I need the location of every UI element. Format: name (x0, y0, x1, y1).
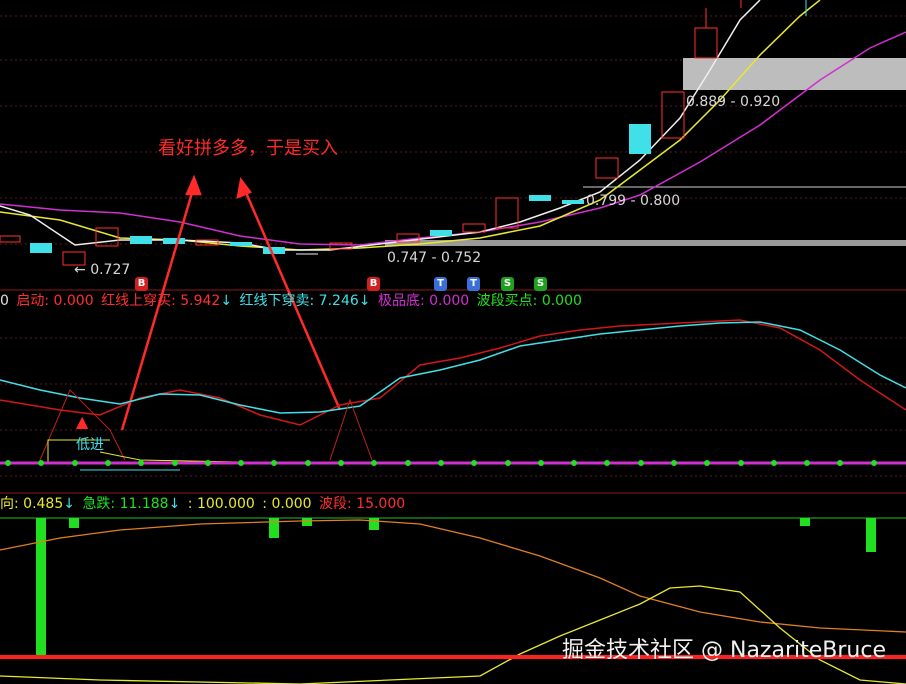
ind1-dot (871, 460, 877, 466)
indicator2-legend: 向: 0.485↓ 急跌: 11.188↓ : 100.000 : 0.000 … (0, 496, 408, 512)
ind1-dot (738, 460, 744, 466)
ind2-v2: : 0.000 (262, 496, 312, 512)
ind1-wave-buy: 波段买点: 0.000 (476, 293, 582, 309)
ind1-dot (172, 460, 178, 466)
ind2-dir-arrow-icon: ↓ (63, 496, 75, 512)
ind1-dot (271, 460, 277, 466)
signal-buy-badge-2[interactable]: B (367, 277, 380, 291)
ind1-dot (438, 460, 444, 466)
ind2-crash-arrow-icon: ↓ (168, 496, 181, 512)
ind2-dir: 向: 0.485 (0, 496, 64, 512)
watermark: 掘金技术社区 @ NazariteBruce (562, 638, 886, 663)
ind1-red-down-arrow-icon: ↓ (358, 293, 371, 309)
ind1-dot (538, 460, 544, 466)
price-label-low-value: 0.727 (90, 262, 131, 278)
ind1-dot (238, 460, 244, 466)
indicator1-legend: 0 启动: 0.000 红线上穿买: 5.942↓ 红线下穿卖: 7.246↓ … (0, 293, 585, 309)
ind1-dot (5, 460, 11, 466)
ind1-dot (704, 460, 710, 466)
ind2-crash: 急跌: 11.188 (82, 496, 169, 512)
ind1-dot (837, 460, 843, 466)
ind1-dot (471, 460, 477, 466)
signal-s-badge-1[interactable]: S (501, 277, 514, 291)
ind1-red-cross-arrow-icon: ↓ (220, 293, 233, 309)
ind1-dot (771, 460, 777, 466)
annotation-text: 看好拼多多，于是买入 (158, 138, 338, 159)
signal-t-badge-1[interactable]: T (434, 277, 447, 291)
ind1-dot (105, 460, 111, 466)
ind1-red-cross: 红线上穿买: 5.942 (101, 293, 221, 309)
ind2-wave: 波段: 15.000 (319, 496, 406, 512)
ma-yellow (0, 0, 821, 251)
ind1-dot (338, 460, 344, 466)
support-zone (385, 240, 906, 246)
candles (0, 0, 807, 266)
price-label-low: ← 0.727 (74, 262, 131, 278)
ind1-dot (505, 460, 511, 466)
ind1-dot (38, 460, 44, 466)
price-label-range-b: 0.799 - 0.800 (586, 193, 681, 209)
low-entry-arrow-icon: ▲ (76, 412, 89, 431)
ind1-bottom: 极品底: 0.000 (377, 293, 470, 309)
ind1-dot (804, 460, 810, 466)
ind1-dot (205, 460, 211, 466)
price-label-range-c: 0.889 - 0.920 (686, 94, 781, 110)
ind1-prefix: 0 (0, 293, 9, 309)
ind2-v1: : 100.000 (187, 496, 255, 512)
ind1-dot (138, 460, 144, 466)
price-label-range-a: 0.747 - 0.752 (387, 250, 482, 266)
ind1-dot (305, 460, 311, 466)
signal-buy-badge-1[interactable]: B (135, 277, 148, 291)
ind1-red-down: 红线下穿卖: 7.246 (239, 293, 359, 309)
signal-s-badge-2[interactable]: S (534, 277, 547, 291)
ind1-dot (638, 460, 644, 466)
ind1-dot (371, 460, 377, 466)
low-entry-label: 低进 (76, 437, 104, 453)
ind1-dot (72, 460, 78, 466)
resistance-zone (683, 58, 906, 90)
signal-t-badge-2[interactable]: T (467, 277, 480, 291)
ind1-red-line (0, 319, 906, 426)
ind1-start: 启动: 0.000 (16, 293, 94, 309)
ind1-dot (405, 460, 411, 466)
ind1-dot (604, 460, 610, 466)
ind2-orange-line (0, 519, 906, 633)
ind1-dot (671, 460, 677, 466)
ind1-dot (571, 460, 577, 466)
ind1-cyan-line (0, 321, 906, 414)
